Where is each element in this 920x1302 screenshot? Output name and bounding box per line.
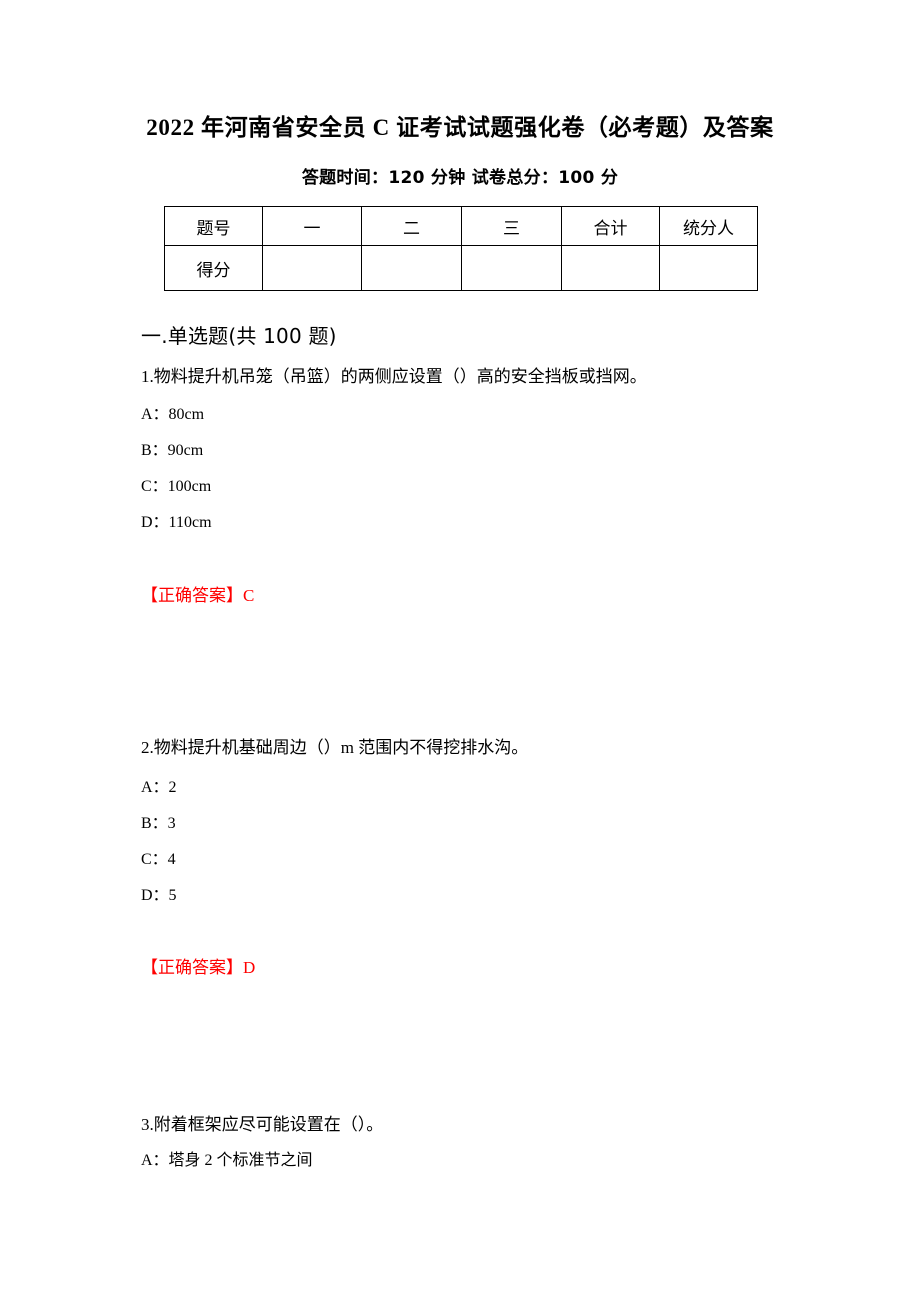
- question-option[interactable]: D：110cm: [141, 513, 212, 534]
- score-table-cell-score-1[interactable]: [262, 245, 362, 291]
- correct-answer-label: 【正确答案】: [141, 586, 243, 605]
- score-table-row-label-score: 得分: [164, 245, 263, 291]
- score-table: 题号 一 二 三 合计 统分人 得分: [164, 206, 758, 291]
- score-table-cell-score-2[interactable]: [361, 245, 462, 291]
- exam-meta-subtitle: 答题时间：120 分钟 试卷总分：100 分: [301, 168, 619, 188]
- score-table-cell-score-3[interactable]: [461, 245, 562, 291]
- correct-answer-label: 【正确答案】: [141, 958, 243, 977]
- correct-answer-value: C: [243, 586, 255, 605]
- question-option[interactable]: A：2: [141, 778, 177, 799]
- table-row: 得分: [164, 245, 758, 291]
- question-option[interactable]: A：塔身 2 个标准节之间: [141, 1151, 313, 1172]
- question-stem: 2.物料提升机基础周边（）m 范围内不得挖排水沟。: [141, 738, 529, 757]
- question-stem: 3.附着框架应尽可能设置在（）。: [141, 1115, 384, 1134]
- table-row: 题号 一 二 三 合计 统分人: [164, 206, 758, 246]
- correct-answer-value: D: [243, 958, 256, 977]
- score-table-cell-scorer[interactable]: [659, 245, 758, 291]
- question-option[interactable]: B：90cm: [141, 441, 203, 462]
- question-option[interactable]: C：100cm: [141, 477, 211, 498]
- question-stem: 1.物料提升机吊笼（吊篮）的两侧应设置（）高的安全挡板或挡网。: [141, 367, 647, 386]
- score-table-header-col-3: 三: [461, 206, 562, 246]
- score-table-header-col-2: 二: [361, 206, 462, 246]
- correct-answer: 【正确答案】D: [141, 957, 255, 979]
- page-title: 2022 年河南省安全员 C 证考试试题强化卷（必考题）及答案: [146, 115, 774, 140]
- question-option[interactable]: A：80cm: [141, 405, 204, 426]
- score-table-header-total: 合计: [561, 206, 660, 246]
- score-table-cell-total[interactable]: [561, 245, 660, 291]
- question-option[interactable]: D：5: [141, 886, 177, 907]
- question-option[interactable]: C：4: [141, 850, 176, 871]
- score-table-header-col-1: 一: [262, 206, 362, 246]
- correct-answer: 【正确答案】C: [141, 585, 254, 607]
- score-table-row-label-question-no: 题号: [164, 206, 263, 246]
- document-page: 2022 年河南省安全员 C 证考试试题强化卷（必考题）及答案 答题时间：120…: [0, 0, 920, 1302]
- question-option[interactable]: B：3: [141, 814, 176, 835]
- score-table-header-scorer: 统分人: [659, 206, 758, 246]
- section-heading-single-choice: 一.单选题(共 100 题): [141, 324, 337, 348]
